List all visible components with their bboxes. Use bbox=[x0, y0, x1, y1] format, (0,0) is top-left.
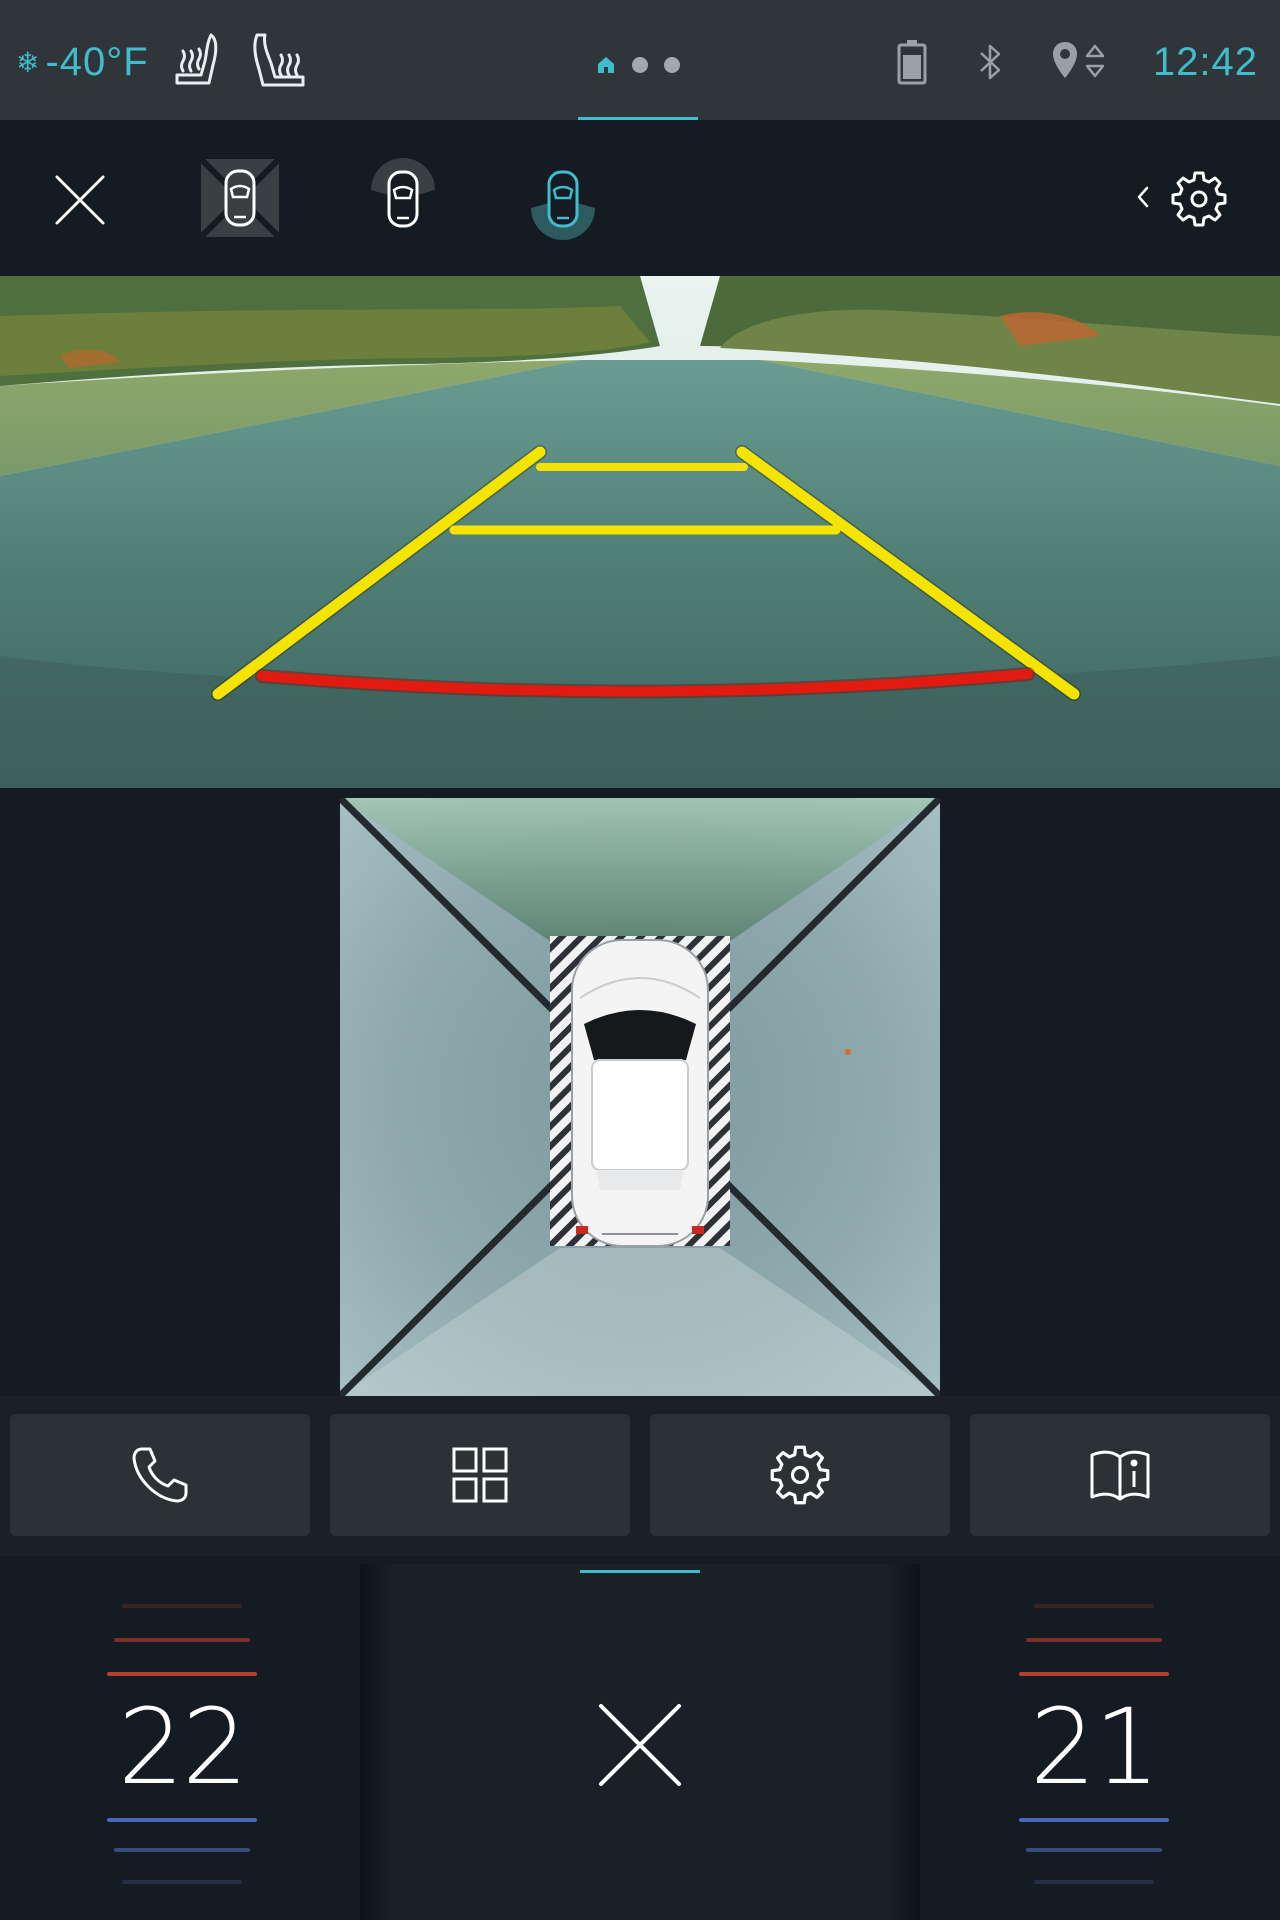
heat-level-line bbox=[1026, 1638, 1162, 1642]
cool-level-line bbox=[122, 1880, 242, 1884]
settings-icon bbox=[1171, 171, 1227, 227]
bluetooth-icon bbox=[980, 44, 1001, 80]
cool-level-line bbox=[114, 1848, 250, 1852]
shortcut-bar bbox=[0, 1396, 1280, 1556]
driver-temp-value: 22 bbox=[117, 1686, 248, 1808]
clock: 12:42 bbox=[1152, 39, 1258, 84]
close-camera-button[interactable] bbox=[40, 160, 120, 240]
close-icon bbox=[55, 175, 105, 225]
top-down-view bbox=[340, 798, 940, 1396]
owners-manual-button[interactable] bbox=[970, 1414, 1270, 1536]
camera-view-top-icon bbox=[201, 159, 279, 237]
heated-seat-rear-icon[interactable] bbox=[251, 31, 309, 93]
climate-indicator bbox=[580, 1570, 700, 1573]
rear-view-button[interactable] bbox=[522, 158, 604, 240]
climate-close-button[interactable] bbox=[595, 1700, 685, 1790]
passenger-temp-value: 21 bbox=[1029, 1686, 1160, 1808]
collapse-button[interactable] bbox=[1128, 175, 1158, 219]
close-icon bbox=[599, 1704, 681, 1786]
phone-button[interactable] bbox=[10, 1414, 310, 1536]
cool-level-line bbox=[1034, 1880, 1154, 1884]
heated-seat-icon[interactable] bbox=[171, 31, 229, 93]
manual-icon bbox=[1090, 1450, 1150, 1501]
cool-level-line bbox=[1026, 1848, 1162, 1852]
driver-temperature[interactable]: 22 bbox=[102, 1586, 262, 1906]
status-right: 12:42 bbox=[897, 34, 1258, 90]
front-view-button[interactable] bbox=[362, 158, 444, 240]
passenger-temperature[interactable]: 21 bbox=[1014, 1586, 1174, 1906]
phone-icon bbox=[132, 1447, 188, 1503]
outside-temperature: -40°F bbox=[45, 39, 149, 84]
camera-settings-button[interactable] bbox=[1166, 166, 1232, 232]
page-indicator[interactable] bbox=[578, 48, 698, 82]
settings-button[interactable] bbox=[650, 1414, 950, 1536]
cool-level-line bbox=[107, 1818, 257, 1822]
snowflake-icon: ❄ bbox=[16, 46, 40, 78]
gps-icon bbox=[1052, 42, 1105, 78]
apps-grid-icon bbox=[452, 1447, 508, 1503]
camera-toolbar bbox=[0, 120, 1280, 276]
rear-camera-view bbox=[0, 276, 1280, 788]
camera-view-rear-icon bbox=[531, 170, 595, 240]
camera-view-front-icon bbox=[371, 158, 435, 228]
status-left: ❄ -40°F bbox=[16, 32, 309, 92]
battery-icon bbox=[897, 40, 927, 85]
page-dot[interactable] bbox=[632, 57, 648, 73]
surround-view-area bbox=[0, 788, 1280, 1396]
status-bar: ❄ -40°F 12:42 bbox=[0, 0, 1280, 120]
heat-level-line bbox=[107, 1672, 257, 1676]
heat-level-line bbox=[114, 1638, 250, 1642]
top-view-button[interactable] bbox=[200, 158, 280, 238]
car-top-icon bbox=[571, 939, 709, 1247]
cool-level-line bbox=[1019, 1818, 1169, 1822]
settings-icon bbox=[770, 1445, 830, 1505]
top-down-image bbox=[340, 798, 940, 1396]
heat-level-line bbox=[122, 1604, 242, 1608]
rear-camera-image bbox=[0, 276, 1280, 788]
home-icon[interactable] bbox=[596, 55, 616, 75]
heat-level-line bbox=[1034, 1604, 1154, 1608]
apps-button[interactable] bbox=[330, 1414, 630, 1536]
heat-level-line bbox=[1019, 1672, 1169, 1676]
page-dot[interactable] bbox=[664, 57, 680, 73]
chevron-left-icon bbox=[1137, 186, 1149, 208]
